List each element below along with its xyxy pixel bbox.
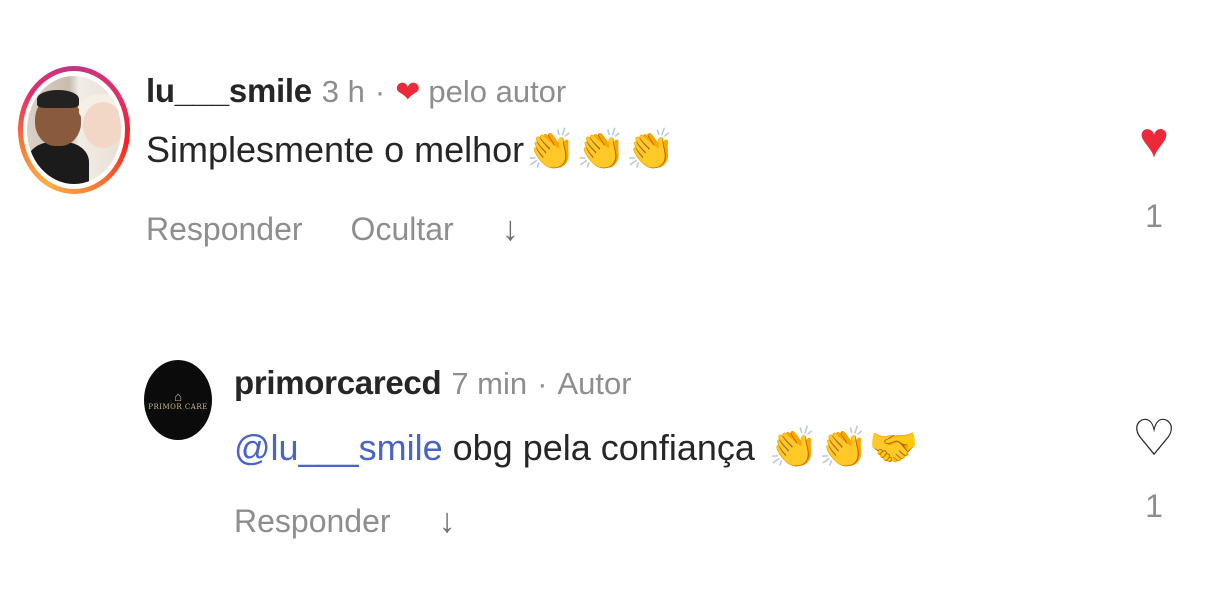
hide-button[interactable]: Ocultar	[351, 211, 454, 248]
separator-dot: ·	[537, 366, 548, 401]
comment-text: Simplesmente o melhor 👏👏👏	[146, 126, 676, 173]
comment-actions: Responder ↓	[234, 502, 456, 541]
avatar-photo	[27, 76, 121, 184]
like-count: 1	[1145, 198, 1163, 234]
avatar-photo-face	[83, 102, 121, 148]
username-link[interactable]: primorcarecd	[234, 364, 442, 402]
reply-button[interactable]: Responder	[234, 503, 391, 540]
comment-timestamp: 7 min	[451, 366, 528, 401]
comment-text: @lu___smile obg pela confiança 👏👏🤝	[234, 424, 918, 471]
avatar-photo-figure	[27, 142, 89, 184]
house-logo-icon: ⌂	[174, 388, 182, 404]
heart-filled-icon[interactable]: ♥	[1139, 112, 1169, 168]
author-heart-icon: ❤	[395, 76, 421, 109]
reply-button[interactable]: Responder	[146, 211, 303, 248]
comment-actions: Responder Ocultar ↓	[146, 210, 519, 249]
avatar[interactable]	[18, 66, 130, 194]
arrow-down-icon[interactable]: ↓	[439, 502, 456, 541]
liked-by-author-label: pelo autor	[428, 74, 567, 109]
like-count: 1	[1145, 488, 1163, 524]
comment-item: lu___smile 3 h · ❤ pelo autor Simplesmen…	[0, 0, 1216, 290]
username-link[interactable]: lu___smile	[146, 72, 312, 110]
comment-body: Simplesmente o melhor	[146, 128, 525, 170]
avatar[interactable]: ⌂ PRIMOR CARE	[144, 360, 212, 440]
arrow-down-icon[interactable]: ↓	[502, 210, 519, 249]
separator-dot: ·	[374, 74, 386, 109]
comment-item: ⌂ PRIMOR CARE primorcarecd 7 min · Autor…	[0, 340, 1216, 580]
comment-timestamp: 3 h	[321, 74, 365, 109]
mention-link[interactable]: @lu___smile	[234, 427, 443, 469]
clapping-handshake-icon: 👏👏🤝	[768, 425, 919, 471]
like-column: ♥ 1	[1124, 112, 1184, 235]
heart-outline-icon[interactable]: ♡	[1132, 410, 1177, 466]
avatar-ring-gap	[23, 71, 125, 189]
comment-body: obg pela confiança	[452, 426, 755, 468]
avatar-logo-text: PRIMOR CARE	[148, 402, 208, 411]
comments-page: lu___smile 3 h · ❤ pelo autor Simplesmen…	[0, 0, 1216, 608]
author-label: Autor	[557, 366, 632, 401]
like-column: ♡ 1	[1124, 410, 1184, 525]
comment-header: lu___smile 3 h · ❤ pelo autor	[146, 72, 566, 110]
clapping-hands-icon: 👏👏👏	[526, 127, 676, 173]
avatar-photo-hair	[37, 90, 79, 108]
comment-header: primorcarecd 7 min · Autor	[234, 364, 632, 402]
